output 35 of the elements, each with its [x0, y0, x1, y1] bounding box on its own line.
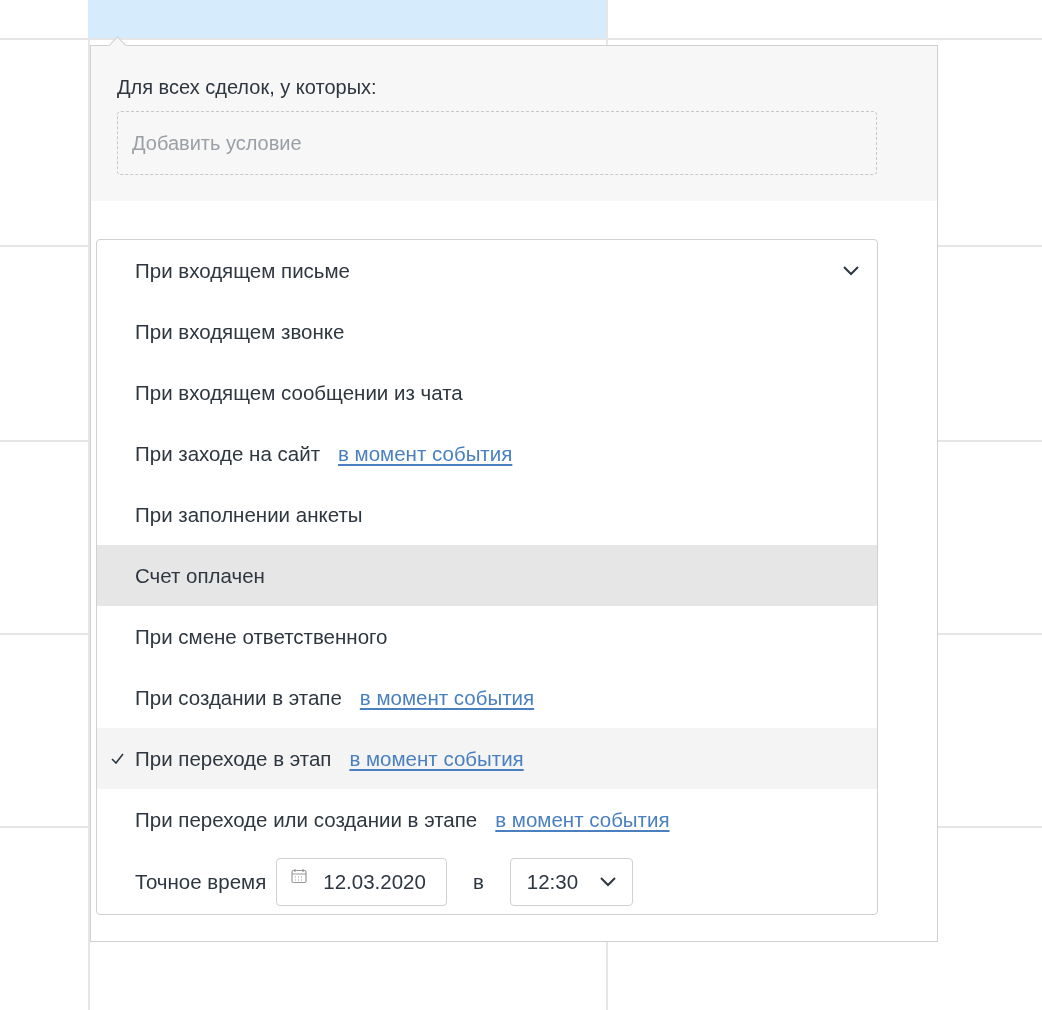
chevron-down-icon [600, 877, 617, 887]
trigger-option[interactable]: При входящем письме [97, 240, 877, 301]
exact-time-option[interactable]: Точное время 12.03.2020 в 12:30 [97, 850, 877, 914]
date-field[interactable]: 12.03.2020 [276, 858, 447, 906]
trigger-option[interactable]: При входящем сообщении из чата [97, 362, 877, 423]
option-label: При переходе или создании в этапе [135, 807, 478, 832]
trigger-option[interactable]: При переходе в этап в момент события [97, 728, 877, 789]
add-condition-field[interactable]: Добавить условие [117, 111, 877, 175]
trigger-option[interactable]: При переходе или создании в этапе в момент события [97, 789, 877, 850]
timing-link[interactable]: в момент события [338, 441, 513, 466]
at-label: в [472, 870, 484, 894]
time-select[interactable]: 12:30 [509, 858, 634, 906]
timing-link[interactable]: в момент события [495, 807, 670, 832]
timing-link[interactable]: в момент события [349, 746, 524, 771]
option-label: При переходе в этап [135, 746, 332, 771]
option-label: При входящем сообщении из чата [135, 380, 463, 405]
trigger-option[interactable]: Счет оплачен [97, 545, 877, 606]
option-label: Счет оплачен [135, 563, 265, 588]
calendar-icon [291, 868, 308, 884]
trigger-option[interactable]: При заполнении анкеты [97, 484, 877, 545]
chevron-down-icon[interactable] [843, 266, 859, 276]
option-label: При входящем звонке [135, 319, 345, 344]
option-label: При заполнении анкеты [135, 502, 363, 527]
filter-label: Для всех сделок, у которых: [117, 76, 378, 99]
option-label: При создании в этапе [135, 685, 342, 710]
trigger-option[interactable]: При создании в этапе в момент события [97, 667, 877, 728]
trigger-option[interactable]: При заходе на сайт в момент события [97, 423, 877, 484]
trigger-option[interactable]: При смене ответственного [97, 606, 877, 667]
option-label: Точное время [135, 870, 267, 894]
option-label: При смене ответственного [135, 624, 388, 649]
checkmark-icon [111, 753, 124, 764]
trigger-option[interactable]: При входящем звонке [97, 301, 877, 362]
option-label: При заходе на сайт [135, 441, 321, 466]
timing-link[interactable]: в момент события [359, 685, 535, 710]
option-label: При входящем письме [135, 258, 350, 283]
